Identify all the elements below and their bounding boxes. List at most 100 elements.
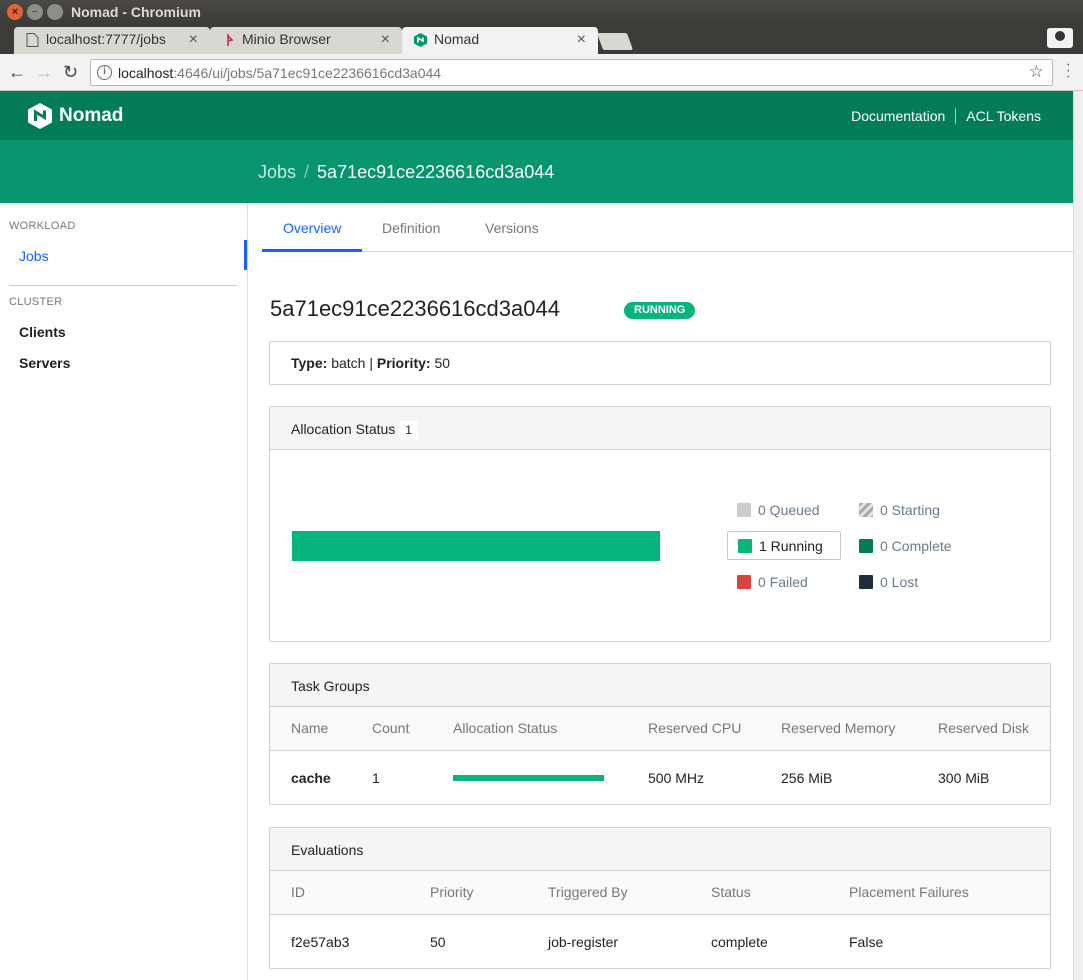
task-group-allocation-cell — [432, 750, 627, 805]
close-icon[interactable]: × — [189, 31, 198, 49]
job-priority: 50 — [434, 355, 451, 371]
browser-tab-localhost[interactable]: localhost:7777/jobs × — [14, 27, 210, 54]
breadcrumb-separator: / — [304, 162, 310, 182]
column-header-triggered-by: Triggered By — [527, 871, 690, 915]
table-row[interactable]: cache 1 500 MHz 256 MiB 300 MiB — [270, 750, 1050, 805]
legend-complete[interactable]: 0 Complete — [859, 538, 952, 554]
sidebar: WORKLOAD Jobs CLUSTER Clients Servers — [0, 203, 248, 980]
column-header-reserved-memory: Reserved Memory — [760, 707, 917, 751]
column-header-placement-failures: Placement Failures — [828, 871, 1050, 915]
browser-tab-label: localhost:7777/jobs — [46, 31, 166, 47]
active-tab-indicator — [262, 249, 362, 252]
tab-versions[interactable]: Versions — [485, 220, 539, 236]
table-header-row: Name Count Allocation Status Reserved CP… — [270, 707, 1050, 751]
evaluation-status: complete — [711, 933, 768, 950]
lost-swatch-icon — [859, 575, 873, 589]
tab-overview[interactable]: Overview — [283, 220, 341, 236]
window-maximize-button[interactable] — [47, 4, 63, 20]
table-row[interactable]: f2e57ab3 50 job-register complete False — [270, 914, 1050, 969]
starting-swatch-icon — [859, 503, 873, 517]
acl-tokens-link[interactable]: ACL Tokens — [966, 108, 1041, 124]
brand-name[interactable]: Nomad — [59, 105, 123, 127]
close-icon[interactable]: × — [577, 31, 586, 49]
type-label: Type: — [291, 355, 328, 371]
sidebar-active-indicator — [244, 240, 247, 270]
legend-failed[interactable]: 0 Failed — [737, 574, 808, 590]
task-group-cpu: 500 MHz — [648, 769, 705, 786]
task-group-name[interactable]: cache — [270, 750, 351, 805]
browser-tab-label: Nomad — [434, 31, 480, 47]
running-swatch-icon — [738, 539, 752, 553]
reload-icon[interactable]: ↻ — [63, 62, 78, 82]
link-divider — [955, 108, 957, 124]
task-group-allocation-bar — [453, 774, 604, 781]
allocation-count-badge: 1 — [399, 421, 418, 439]
forward-icon[interactable]: → — [35, 62, 53, 82]
window-title: Nomad - Chromium — [71, 4, 201, 20]
evaluation-id: f2e57ab3 — [291, 933, 350, 950]
documentation-link[interactable]: Documentation — [851, 108, 945, 124]
sidebar-item-servers[interactable]: Servers — [19, 355, 70, 371]
legend-starting[interactable]: 0 Starting — [859, 502, 940, 518]
browser-toolbar: ← → ↻ i localhost:4646/ui/jobs/5a71ec91c… — [0, 54, 1083, 91]
column-header-reserved-disk: Reserved Disk — [917, 707, 1050, 751]
sidebar-item-clients[interactable]: Clients — [19, 324, 66, 340]
priority-label: Priority: — [376, 355, 431, 371]
failed-swatch-icon — [737, 575, 751, 589]
bookmark-star-icon[interactable]: ☆ — [1029, 62, 1044, 82]
job-tabs: Overview Definition Versions — [262, 203, 1073, 252]
sidebar-section-cluster: CLUSTER — [9, 296, 63, 308]
tab-definition[interactable]: Definition — [382, 220, 440, 236]
close-icon[interactable]: × — [381, 31, 390, 49]
job-summary: Type: batch | Priority: 50 — [291, 355, 451, 371]
info-icon[interactable]: i — [97, 65, 112, 80]
allocation-bar-running[interactable] — [292, 531, 660, 561]
task-group-disk: 300 MiB — [938, 769, 990, 786]
legend-running[interactable]: 1 Running — [727, 531, 841, 560]
page-title: 5a71ec91ce2236616cd3a044 — [270, 296, 560, 321]
minio-icon — [227, 34, 234, 46]
evaluations-table: ID Priority Triggered By Status Placemen… — [270, 871, 1050, 969]
page-scrollbar[interactable] — [1073, 91, 1083, 980]
column-header-id: ID — [270, 871, 409, 915]
nomad-logo-icon[interactable] — [28, 103, 52, 129]
browser-menu-icon[interactable]: · · · — [1066, 57, 1071, 85]
new-tab-button[interactable] — [596, 33, 634, 50]
evaluation-triggered-by: job-register — [548, 933, 619, 950]
sidebar-item-jobs[interactable]: Jobs — [19, 248, 49, 264]
address-bar[interactable]: i localhost:4646/ui/jobs/5a71ec91ce22366… — [90, 59, 1053, 86]
allocation-status-header: Allocation Status 1 — [270, 407, 1050, 450]
sidebar-divider — [9, 285, 237, 286]
job-type: batch — [331, 355, 366, 371]
legend-lost[interactable]: 0 Lost — [859, 574, 918, 590]
legend-queued[interactable]: 0 Queued — [737, 502, 820, 518]
sidebar-section-workload: WORKLOAD — [9, 220, 76, 232]
browser-tab-nomad[interactable]: Nomad × — [402, 27, 598, 54]
job-summary-box: Type: batch | Priority: 50 — [269, 341, 1051, 385]
complete-swatch-icon — [859, 539, 873, 553]
breadcrumb: Jobs / 5a71ec91ce2236616cd3a044 — [258, 162, 554, 183]
browser-tab-minio[interactable]: Minio Browser × — [210, 27, 402, 54]
browser-tab-label: Minio Browser — [242, 31, 331, 47]
profile-icon[interactable] — [1047, 28, 1073, 48]
breadcrumb-current[interactable]: 5a71ec91ce2236616cd3a044 — [317, 162, 554, 182]
back-icon[interactable]: ← — [8, 62, 26, 82]
column-header-name[interactable]: Name — [270, 707, 351, 751]
column-header-reserved-cpu: Reserved CPU — [627, 707, 760, 751]
allocation-status-title: Allocation Status — [291, 421, 396, 437]
table-header-row: ID Priority Triggered By Status Placemen… — [270, 871, 1050, 915]
evaluation-placement-failures: False — [849, 933, 884, 950]
column-header-allocation-status: Allocation Status — [432, 707, 627, 751]
task-groups-box: Task Groups Name Count Allocation Status… — [269, 663, 1051, 805]
task-groups-header: Task Groups — [270, 664, 1050, 707]
breadcrumb-jobs-link[interactable]: Jobs — [258, 162, 296, 182]
column-header-count[interactable]: Count — [351, 707, 432, 751]
window-titlebar: × − Nomad - Chromium — [0, 0, 1083, 24]
task-group-count: 1 — [372, 769, 380, 786]
task-group-memory: 256 MiB — [781, 769, 833, 786]
browser-tabstrip: localhost:7777/jobs × Minio Browser × No… — [0, 24, 1083, 54]
task-groups-table: Name Count Allocation Status Reserved CP… — [270, 707, 1050, 805]
window-close-button[interactable]: × — [7, 4, 23, 20]
evaluation-priority: 50 — [430, 933, 446, 950]
window-minimize-button[interactable]: − — [27, 4, 43, 20]
